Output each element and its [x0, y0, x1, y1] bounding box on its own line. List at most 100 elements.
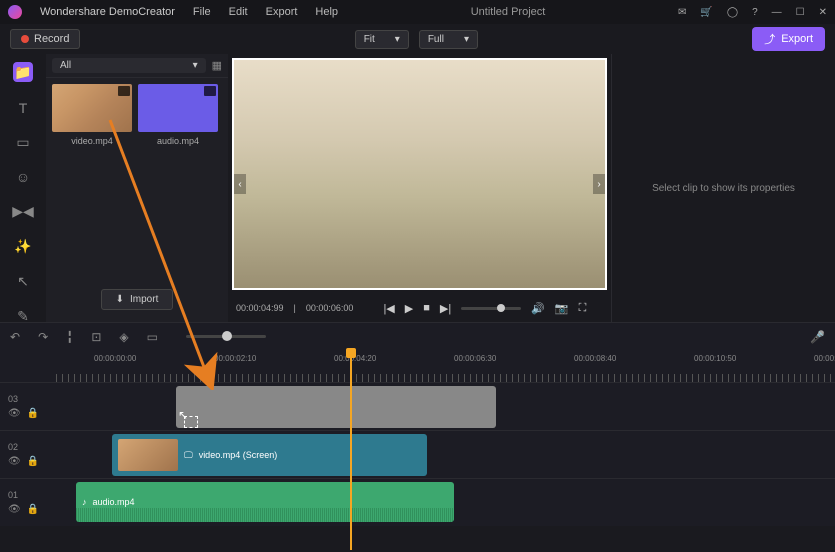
menu-edit[interactable]: Edit [229, 6, 248, 18]
toolbar: Record Fit ▾ Full ▾ ⤴ Export [0, 24, 835, 54]
timeline-tracks: 03 👁 🔒 02 👁 🔒 🖵 video.mp4 (Screen) [0, 382, 835, 526]
drop-indicator-icon [184, 416, 198, 428]
group-icon[interactable]: ▭ [147, 330, 158, 344]
app-name: Wondershare DemoCreator [40, 6, 175, 18]
volume-icon[interactable]: 🔊 [531, 302, 545, 315]
preview-prev-icon[interactable]: ‹ [234, 174, 246, 194]
sidebar-text-icon[interactable]: T [13, 100, 33, 116]
track-header: 03 👁 🔒 [0, 383, 56, 430]
fullscreen-icon[interactable]: ⛶ [579, 302, 587, 315]
ruler-mark: 00:00:08:40 [574, 354, 616, 363]
user-icon[interactable]: ◯ [727, 7, 738, 18]
sidebar-effects-icon[interactable]: ✨ [13, 238, 33, 255]
track-header: 01 👁 🔒 [0, 479, 56, 526]
sidebar-annotate-icon[interactable]: ▭ [13, 134, 33, 151]
sidebar-media-icon[interactable]: 📁 [13, 62, 33, 82]
menubar: Wondershare DemoCreator File Edit Export… [0, 0, 835, 24]
preview-panel: ‹ › 00:00:04:99 | 00:00:06:00 |◀ ▶ ■ ▶| … [228, 54, 611, 322]
close-icon[interactable]: ✕ [819, 7, 827, 18]
video-badge-icon [204, 86, 216, 96]
project-title: Untitled Project [356, 6, 660, 18]
sidebar-sticker-icon[interactable]: ☺ [13, 169, 33, 185]
sidebar-brush-icon[interactable]: ✎ [13, 308, 33, 325]
ruler-mark: 00:00:10:50 [694, 354, 736, 363]
timeline-toolbar: ↶ ↷ ╏ ⊡ ◈ ▭ 🎤 [0, 322, 835, 350]
marker-icon[interactable]: ◈ [119, 330, 128, 344]
redo-icon[interactable]: ↷ [38, 330, 48, 344]
record-dot-icon [21, 35, 29, 43]
playhead[interactable] [350, 350, 352, 550]
preview-viewport[interactable]: ‹ › [232, 58, 607, 290]
record-label: Record [34, 33, 69, 45]
next-frame-icon[interactable]: ▶| [440, 302, 451, 315]
track-visibility-icon[interactable]: 👁 [8, 408, 21, 419]
mail-icon[interactable]: ✉ [678, 7, 686, 18]
upload-icon: ⤴ [764, 31, 775, 47]
help-icon[interactable]: ? [752, 7, 758, 18]
track-visibility-icon[interactable]: 👁 [8, 456, 21, 467]
track-number: 02 [8, 442, 48, 452]
clip-label: audio.mp4 [93, 497, 135, 507]
import-button[interactable]: ⬇ Import [101, 289, 174, 310]
media-item-video[interactable]: video.mp4 [52, 84, 132, 275]
sidebar-transition-icon[interactable]: ▶◀ [13, 203, 33, 220]
undo-icon[interactable]: ↶ [10, 330, 20, 344]
menu-help[interactable]: Help [315, 6, 338, 18]
track-lock-icon[interactable]: 🔒 [27, 504, 39, 515]
play-icon[interactable]: ▶ [405, 302, 413, 315]
export-button[interactable]: ⤴ Export [752, 27, 825, 51]
minimize-icon[interactable]: — [772, 7, 782, 18]
media-label: video.mp4 [71, 136, 113, 146]
track-visibility-icon[interactable]: 👁 [8, 504, 21, 515]
grid-view-icon[interactable]: ▦ [212, 59, 222, 72]
track-lock-icon[interactable]: 🔒 [27, 408, 39, 419]
preview-next-icon[interactable]: › [593, 174, 605, 194]
ruler-mark: 00:00:12 [814, 354, 835, 363]
prev-frame-icon[interactable]: |◀ [383, 302, 394, 315]
sidebar: 📁 T ▭ ☺ ▶◀ ✨ ↖ ✎ [0, 54, 46, 322]
track-number: 01 [8, 490, 48, 500]
clip-audio[interactable]: ♪ audio.mp4 [76, 482, 454, 522]
maximize-icon[interactable]: ☐ [796, 7, 805, 18]
record-button[interactable]: Record [10, 29, 80, 49]
track-3: 03 👁 🔒 [0, 382, 835, 430]
chevron-down-icon: ▾ [395, 34, 400, 45]
media-filter-dropdown[interactable]: All ▾ [52, 58, 206, 73]
snapshot-icon[interactable]: 📷 [555, 302, 569, 315]
clip-placeholder[interactable] [176, 386, 496, 428]
timeline-zoom-slider[interactable] [186, 335, 266, 338]
track-content[interactable]: ♪ audio.mp4 [56, 479, 835, 526]
ruler-mark: 00:00:00:00 [94, 354, 136, 363]
stop-icon[interactable]: ■ [423, 302, 430, 314]
media-label: audio.mp4 [157, 136, 199, 146]
cart-icon[interactable]: 🛒 [700, 7, 712, 18]
menu-export[interactable]: Export [266, 6, 298, 18]
import-label: Import [130, 294, 158, 305]
ruler-ticks [56, 374, 835, 382]
split-icon[interactable]: ╏ [66, 330, 73, 344]
ruler-mark: 00:00:06:30 [454, 354, 496, 363]
time-separator: | [294, 303, 296, 313]
media-panel: All ▾ ▦ video.mp4 audio.mp4 ⬇ Import [46, 54, 228, 322]
full-dropdown[interactable]: Full ▾ [419, 30, 478, 49]
music-icon: ♪ [82, 497, 87, 507]
track-header: 02 👁 🔒 [0, 431, 56, 478]
media-item-audio[interactable]: audio.mp4 [138, 84, 218, 275]
main-area: 📁 T ▭ ☺ ▶◀ ✨ ↖ ✎ All ▾ ▦ video.mp4 [0, 54, 835, 322]
audio-waveform [76, 508, 454, 522]
track-lock-icon[interactable]: 🔒 [27, 456, 39, 467]
menu-file[interactable]: File [193, 6, 211, 18]
total-time: 00:00:06:00 [306, 303, 354, 313]
sidebar-cursor-icon[interactable]: ↖ [13, 273, 33, 290]
mic-icon[interactable]: 🎤 [810, 330, 825, 344]
clip-label: video.mp4 (Screen) [199, 450, 278, 460]
track-1: 01 👁 🔒 ♪ audio.mp4 [0, 478, 835, 526]
volume-slider[interactable] [461, 307, 521, 310]
timeline-ruler[interactable]: 00:00:00:0000:00:02:1000:00:04:2000:00:0… [0, 350, 835, 382]
fit-dropdown[interactable]: Fit ▾ [355, 30, 409, 49]
crop-icon[interactable]: ⊡ [91, 330, 101, 344]
ruler-mark: 00:00:02:10 [214, 354, 256, 363]
clip-video[interactable]: 🖵 video.mp4 (Screen) [112, 434, 427, 476]
track-content[interactable]: 🖵 video.mp4 (Screen) [56, 431, 835, 478]
track-content[interactable] [56, 383, 835, 430]
